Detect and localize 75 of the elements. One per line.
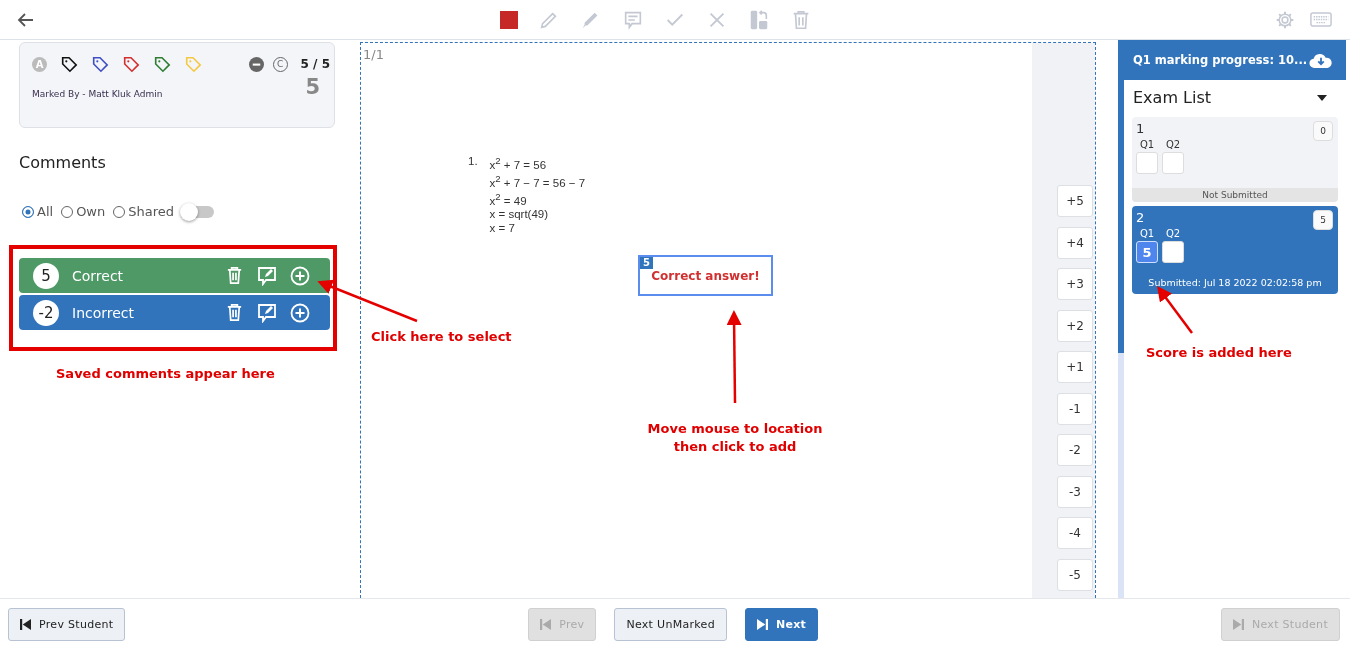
score-button[interactable]: -3 bbox=[1057, 475, 1093, 508]
filter-radio[interactable]: All bbox=[22, 204, 54, 219]
annotation-arrow bbox=[1157, 286, 1193, 334]
question-score-box[interactable] bbox=[1162, 241, 1184, 263]
comment-text: Correct answer! bbox=[651, 268, 760, 283]
question-label: Q2 bbox=[1165, 139, 1181, 150]
exam-total: 5 bbox=[1313, 210, 1333, 230]
scrollbar[interactable] bbox=[1118, 40, 1124, 353]
annotation-text: Move mouse to location then click to add bbox=[646, 420, 824, 456]
cloud-download-icon[interactable] bbox=[1309, 51, 1333, 69]
tag-icon[interactable] bbox=[91, 55, 109, 73]
math-line: x$^{2}$ + 7 = 56 bbox=[489, 155, 548, 171]
question-score-box[interactable]: 5 bbox=[1136, 241, 1158, 263]
delete-icon[interactable] bbox=[225, 266, 244, 285]
score-button[interactable]: +5 bbox=[1057, 185, 1093, 217]
score-button[interactable]: -2 bbox=[1057, 434, 1093, 466]
question-label: Q1 bbox=[1139, 228, 1155, 239]
add-circle-icon[interactable] bbox=[290, 265, 310, 286]
tag-icon[interactable] bbox=[60, 55, 78, 73]
dropdown-caret-icon[interactable] bbox=[1317, 94, 1327, 101]
page-number: 1/1 bbox=[363, 47, 384, 62]
skip-forward-icon bbox=[756, 619, 768, 630]
skip-back-icon bbox=[20, 619, 31, 630]
exam-list-title: Exam List bbox=[1133, 88, 1212, 107]
comment-row[interactable]: 5 Correct bbox=[19, 258, 330, 293]
radio-circle[interactable] bbox=[22, 205, 34, 218]
add-circle-icon[interactable] bbox=[290, 302, 310, 323]
skip-back-icon bbox=[540, 619, 552, 630]
edit-comment-icon[interactable] bbox=[257, 265, 277, 286]
nav-button[interactable]: Prev Student bbox=[8, 608, 126, 641]
minus-circle-icon[interactable] bbox=[248, 56, 264, 72]
math-line: x$^{2}$ = 49 bbox=[489, 190, 528, 207]
exam-number: 2 bbox=[1136, 210, 1145, 227]
score-button[interactable]: +4 bbox=[1057, 226, 1093, 259]
question-label: Q2 bbox=[1165, 228, 1181, 239]
edit-comment-icon[interactable] bbox=[257, 302, 277, 323]
math-line: x$^{2}$ + 7 − 7 = 56 − 7 bbox=[489, 172, 586, 189]
nav-button[interactable]: Next bbox=[744, 608, 819, 641]
question-label: Q1 bbox=[1139, 139, 1155, 150]
color-swatch-icon[interactable] bbox=[500, 11, 518, 29]
placed-comment[interactable]: 5 Correct answer! bbox=[638, 255, 773, 296]
nav-button[interactable]: Next UnMarked bbox=[614, 608, 727, 641]
total-score: 5 bbox=[305, 75, 320, 99]
exam-number: 1 bbox=[1136, 121, 1145, 138]
exam-status: Submitted: Jul 18 2022 02:02:58 pm bbox=[1147, 276, 1323, 290]
math-line: x = 7 bbox=[489, 222, 516, 235]
answer-number: 1. bbox=[468, 155, 478, 169]
progress-title: Q1 marking progress: 10... bbox=[1133, 53, 1308, 67]
annotation-text: Score is added here bbox=[1146, 345, 1292, 360]
exam-status: Not Submitted bbox=[1132, 188, 1338, 202]
skip-forward-icon bbox=[1232, 619, 1244, 630]
score-button[interactable]: +2 bbox=[1057, 309, 1093, 342]
comment-score: -2 bbox=[33, 299, 59, 326]
comment-score: 5 bbox=[33, 262, 59, 289]
comment-score-badge: 5 bbox=[640, 257, 653, 269]
comments-heading: Comments bbox=[19, 153, 107, 172]
score-button[interactable]: -4 bbox=[1057, 517, 1093, 549]
comment-label: Correct bbox=[72, 267, 125, 284]
score-button[interactable]: +1 bbox=[1057, 351, 1093, 383]
score-button[interactable]: -1 bbox=[1057, 392, 1093, 425]
annotation-text: Saved comments appear here bbox=[56, 366, 275, 381]
exam-total: 0 bbox=[1313, 121, 1333, 141]
exam-card[interactable]: 2 5 Q1 5 Q2 Submitted: Jul 18 2022 02:02:58 pm bbox=[1132, 206, 1338, 294]
filter-radio[interactable]: Own bbox=[61, 204, 106, 219]
comment-label: Incorrect bbox=[72, 304, 136, 321]
score-button[interactable]: -5 bbox=[1057, 558, 1093, 591]
shared-toggle[interactable] bbox=[182, 205, 214, 218]
math-line: x = sqrt(49) bbox=[489, 208, 550, 221]
annotation-text: Click here to select bbox=[371, 329, 512, 344]
delete-icon[interactable] bbox=[225, 303, 244, 322]
score-button[interactable]: +3 bbox=[1057, 268, 1093, 300]
filter-radio[interactable]: Shared bbox=[113, 204, 174, 219]
marked-by-text: Marked By - Matt Kluk Admin bbox=[32, 89, 163, 99]
comment-row[interactable]: -2 Incorrect bbox=[19, 295, 330, 330]
score-ratio: 5 / 5 bbox=[300, 57, 330, 71]
